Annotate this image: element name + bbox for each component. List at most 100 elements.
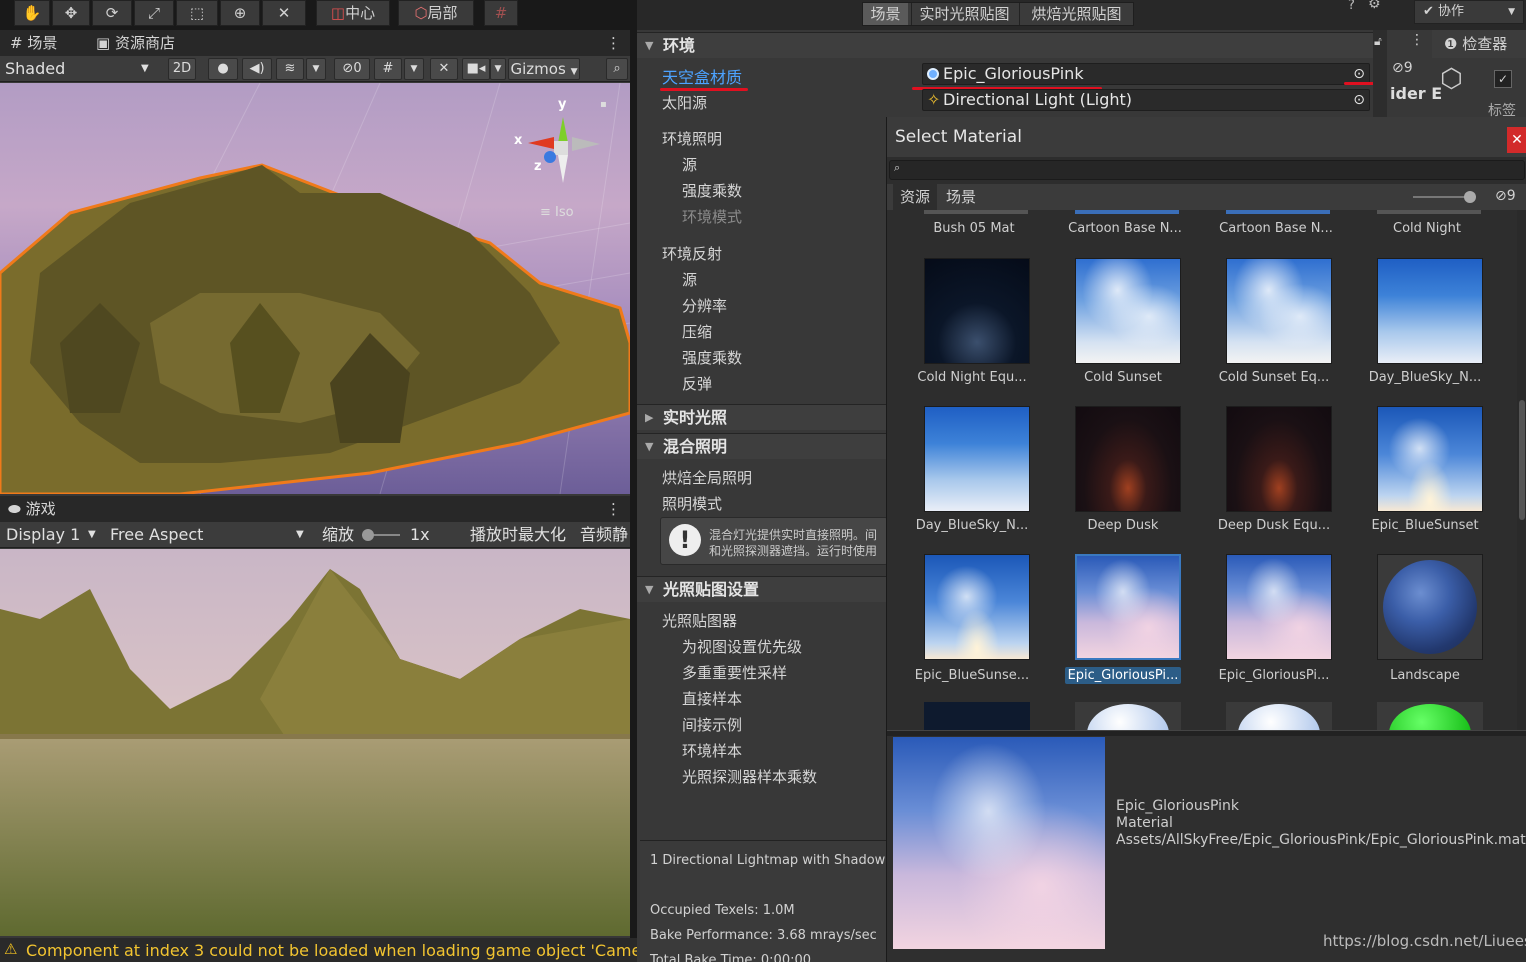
neg-x-cone[interactable] [572,137,600,151]
cube-icon: ⬡ [1440,64,1463,94]
grid-icon: # [10,34,23,52]
scene-menu-icon[interactable]: ⋮ [606,32,621,56]
skybox-material-field[interactable]: Epic_GloriousPink ⊙ [922,63,1370,85]
hidden-toggle[interactable]: ⊘9 [1495,188,1516,204]
move-tool-icon[interactable]: ✥ [52,0,90,26]
material-label[interactable]: Cartoon Base N... [1050,221,1200,236]
sun-source-field[interactable]: ✧ Directional Light (Light) ⊙ [922,89,1370,111]
z-axis-cone[interactable] [544,151,556,163]
material-label: Epic_BlueSunset [1371,518,1479,533]
custom-tool-icon[interactable]: ✕ [262,0,306,26]
select-material-window: Select Material ✕ ⌕ 资源 场景 ⊘9 Bush 05 Mat… [886,117,1526,962]
settings-gear-icon[interactable]: ⚙ [1368,0,1381,12]
object-picker-icon[interactable]: ⊙ [1353,64,1365,84]
icon-size-slider-thumb[interactable] [1464,191,1476,203]
grid-dropdown-icon[interactable]: ▼ [404,58,424,80]
effects-toggle-icon[interactable]: ≋ [276,58,304,80]
material-thumbnail [1377,258,1483,364]
camera-dropdown-icon[interactable]: ▼ [490,58,506,80]
game-menu-icon[interactable]: ⋮ [606,498,621,522]
shading-mode-dropdown[interactable]: Shaded ▼ [5,56,149,82]
tab-realtime-lightmaps[interactable]: 实时光照贴图 [911,3,1017,25]
tab-assets[interactable]: 资源 [893,184,937,210]
section-environment[interactable]: ▼ 环境 [637,32,1373,58]
gizmos-dropdown[interactable]: Gizmos ▼ [508,58,580,80]
scene-viewport[interactable]: y x z ≡ Iso ▪ [0,83,630,494]
x-axis-cone[interactable] [528,137,554,149]
gizmo-center-cube[interactable] [554,141,568,155]
pivot-icon: ◫ [330,4,346,22]
panel-menu-icon[interactable]: ⋮ [1410,32,1424,48]
orientation-gizmo[interactable]: y x z ≡ Iso ▪ [510,95,610,220]
chevron-down-icon: ▼ [141,63,149,74]
active-checkbox[interactable]: ✓ [1494,70,1512,88]
env-source-label: 源 [682,156,698,174]
material-label[interactable]: Cold Night [1352,221,1502,236]
y-axis-cone[interactable] [558,117,568,143]
collapsed-arrow-icon: ▶ [645,411,654,424]
game-viewport[interactable] [0,549,630,936]
material-label[interactable]: Bush 05 Mat [899,221,1049,236]
tab-inspector[interactable]: ❶ 检查器 [1432,30,1526,58]
material-label[interactable]: Cartoon Base N... [1201,221,1351,236]
grid-toggle-icon[interactable]: # [374,58,402,80]
rotate-tool-icon[interactable]: ⟳ [92,0,132,26]
mute-audio-toggle[interactable]: 音频静 [580,522,630,548]
hand-tool-icon[interactable]: ✋ [14,0,50,26]
mode-2d-toggle[interactable]: 2D [168,58,196,80]
tools-icon[interactable]: ✕ [430,58,458,80]
collab-button[interactable]: ✔ 协作 ▼ [1414,0,1524,24]
lock-icon[interactable]: 🔓︎ [1374,34,1382,49]
maximize-on-play-toggle[interactable]: 播放时最大化 [470,522,566,548]
refl-source-label: 源 [682,271,698,289]
panel-divider[interactable] [630,30,637,938]
section-lightmapping-settings[interactable]: ▼ 光照贴图设置 [637,576,887,602]
thumb-partial [1377,210,1481,214]
pivot-local-button[interactable]: ⬡局部 [398,0,474,26]
display-dropdown[interactable]: Display 1 [6,522,80,548]
chevron-down-icon[interactable]: ▼ [88,522,96,548]
section-realtime-lighting[interactable]: ▶ 实时光照 [637,404,887,430]
gamepad-icon: ⬬ [8,500,21,518]
tab-scene[interactable]: # 场景 [10,32,57,56]
transform-tool-icon[interactable]: ⊕ [220,0,260,26]
probe-multiplier-label: 光照探测器样本乘数 [682,768,818,786]
tab-scene-objects[interactable]: 场景 [941,184,981,210]
scene-search-icon[interactable]: ⌕ [606,58,628,80]
effects-dropdown-icon[interactable]: ▼ [306,58,326,80]
picker-search-input[interactable]: ⌕ [889,160,1525,180]
grid-scrollbar[interactable] [1517,210,1526,730]
help-icon[interactable]: ? [1348,0,1355,13]
tab-lighting-scene[interactable]: 场景 [863,3,908,25]
section-mixed-lighting[interactable]: ▼ 混合照明 [637,433,887,459]
lightmapper-label: 光照贴图器 [662,612,738,630]
neg-y-cone[interactable] [558,155,568,183]
material-grid: Bush 05 Mat Cartoon Base N... Cartoon Ba… [887,210,1517,730]
env-samples-label: 环境样本 [682,742,743,760]
preview-material-name: Epic_GloriousPink [1116,798,1240,814]
lighting-toggle-icon[interactable]: ● [208,58,238,80]
scale-slider-thumb[interactable] [362,529,374,541]
object-picker-icon[interactable]: ⊙ [1353,90,1365,110]
tab-game[interactable]: ⬬ 游戏 [8,498,56,522]
pivot-center-button[interactable]: ◫中心 [316,0,390,26]
lock-icon[interactable]: ▪ [600,99,607,110]
camera-icon[interactable]: ■◂ [462,58,490,80]
material-icon [927,68,939,80]
chevron-down-icon[interactable]: ▼ [296,522,304,548]
tab-baked-lightmaps[interactable]: 烘焙光照贴图 [1019,3,1133,25]
scrollbar-thumb[interactable] [1519,400,1525,520]
material-thumbnail [1226,258,1332,364]
projection-iso-label[interactable]: ≡ Iso [540,205,574,220]
grid-snap-icon[interactable]: # [484,0,518,26]
rect-tool-icon[interactable]: ⬚ [176,0,218,26]
audio-toggle-icon[interactable]: ◀) [242,58,272,80]
tab-asset-store[interactable]: ▣ 资源商店 [96,32,175,56]
close-icon[interactable]: ✕ [1507,127,1526,153]
scale-tool-icon[interactable]: ⤢ [134,0,174,26]
console-status-bar[interactable]: ⚠ Component at index 3 could not be load… [0,938,637,962]
material-thumbnail [1377,406,1483,512]
bake-performance-text: Bake Performance: 3.68 mrays/sec [650,928,877,943]
hidden-objects-toggle[interactable]: ⊘0 [334,58,370,80]
aspect-dropdown[interactable]: Free Aspect [110,522,203,548]
